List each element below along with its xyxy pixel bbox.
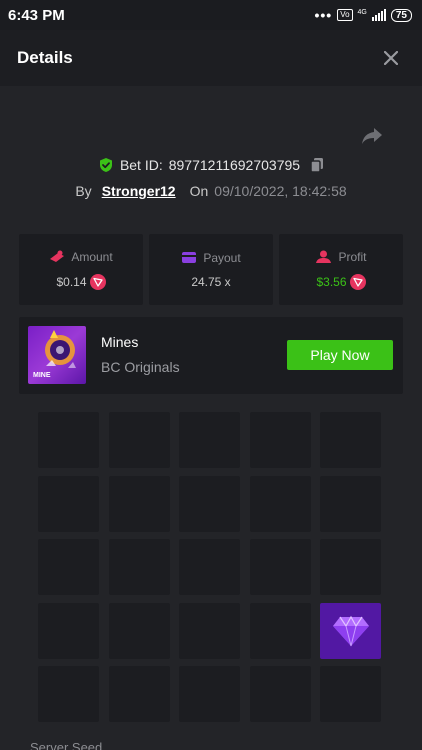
mine-tile <box>249 602 311 659</box>
username-link[interactable]: Stronger12 <box>102 183 176 199</box>
network-label: 4G <box>357 8 367 16</box>
stat-payout: Payout 24.75 x <box>149 234 273 305</box>
share-button[interactable] <box>360 125 384 147</box>
mine-tile <box>320 539 381 595</box>
by-label: By <box>75 183 92 199</box>
game-thumbnail[interactable]: MINE <box>28 326 86 384</box>
on-label: On <box>189 183 209 199</box>
volte-icon: Vo <box>337 9 353 21</box>
status-icons: ••• Vo 4G 75 <box>314 7 412 23</box>
mine-tile <box>249 475 311 532</box>
stat-profit: Profit $3.56 <box>279 234 403 305</box>
mine-tile <box>320 412 381 468</box>
mines-grid <box>38 412 382 722</box>
mine-tile <box>320 475 381 532</box>
mine-tile <box>249 412 311 468</box>
signal-icon <box>371 9 386 21</box>
copy-button[interactable] <box>310 157 324 173</box>
bet-datetime: 09/10/2022, 18:42:58 <box>214 183 347 199</box>
stat-amount-value: $0.14 <box>56 274 87 289</box>
payout-icon <box>182 252 197 263</box>
close-icon <box>384 51 398 65</box>
mine-tile <box>179 539 240 595</box>
game-name: Mines <box>101 334 139 350</box>
close-button[interactable] <box>380 47 402 69</box>
mine-tile <box>108 475 170 532</box>
mine-tile <box>179 602 240 659</box>
play-now-button[interactable]: Play Now <box>287 340 393 370</box>
mine-tile <box>249 539 311 595</box>
stat-profit-value: $3.56 <box>316 274 347 289</box>
game-card: MINE Mines BC Originals Play Now <box>19 317 403 394</box>
bet-id-label: Bet ID: <box>119 157 163 173</box>
mine-tile <box>38 412 99 468</box>
share-icon <box>362 128 382 144</box>
bet-author-row: By Stronger12 On 09/10/2022, 18:42:58 <box>0 180 422 202</box>
game-thumb-label: MINE <box>33 372 51 379</box>
copy-icon <box>310 158 324 173</box>
tron-icon <box>89 273 106 290</box>
mine-tile <box>320 666 381 722</box>
mine-tile <box>38 602 99 659</box>
game-provider: BC Originals <box>101 359 180 375</box>
stat-amount-label: Amount <box>71 249 113 264</box>
battery-icon: 75 <box>390 8 412 22</box>
stat-profit-label: Profit <box>338 249 367 264</box>
verified-shield-icon <box>99 158 112 172</box>
details-header: Details <box>0 30 422 86</box>
bet-id-value: 89771211692703795 <box>168 157 301 173</box>
status-bar: 6:43 PM ••• Vo 4G 75 <box>0 0 422 30</box>
tron-icon <box>349 273 366 290</box>
mine-tile <box>108 412 170 468</box>
mine-tile <box>108 539 170 595</box>
mine-tile <box>108 666 170 722</box>
stat-payout-value: 24.75 x <box>191 274 231 289</box>
notification-dots: ••• <box>314 7 333 23</box>
gem-icon <box>332 615 369 646</box>
mine-tile <box>179 412 240 468</box>
mine-tile <box>179 666 240 722</box>
amount-icon <box>50 250 65 262</box>
status-time: 6:43 PM <box>8 6 65 24</box>
mine-tile <box>249 666 311 722</box>
stat-amount: Amount $0.14 <box>19 234 143 305</box>
mine-tile <box>38 666 99 722</box>
mine-tile <box>38 475 99 532</box>
mine-tile-gem <box>320 602 381 659</box>
mine-tile <box>38 539 99 595</box>
bet-id-row: Bet ID: 89771211692703795 <box>0 153 422 177</box>
stat-payout-label: Payout <box>203 250 241 265</box>
mine-tile <box>179 475 240 532</box>
page-title: Details <box>17 48 73 67</box>
mine-tile <box>108 602 170 659</box>
server-seed-label: Server Seed <box>30 740 103 750</box>
profit-icon <box>316 250 332 263</box>
